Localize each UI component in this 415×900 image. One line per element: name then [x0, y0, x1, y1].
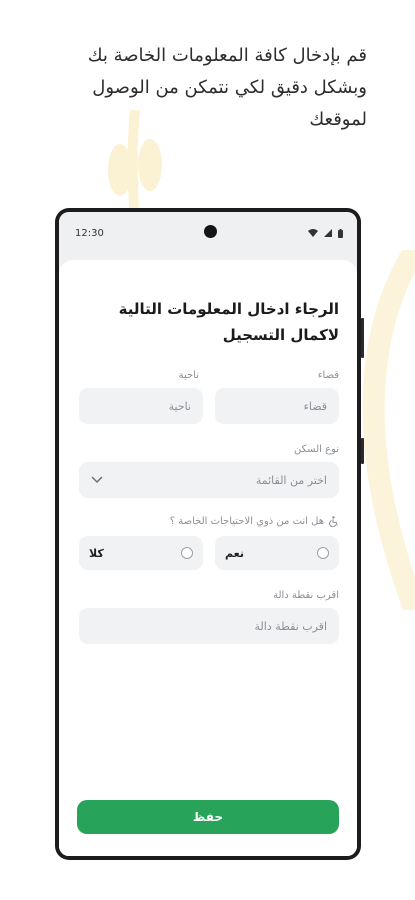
- landmark-input[interactable]: اقرب نقطة دالة: [79, 608, 339, 644]
- district-input[interactable]: قضاء: [215, 388, 339, 424]
- accessibility-icon: [329, 516, 338, 527]
- phone-frame: 12:30 الرجاء ادخال المعلومات التالية لاك…: [55, 208, 364, 860]
- arc-decoration: [362, 250, 415, 610]
- radio-yes-label: نعم: [225, 546, 244, 560]
- chevron-down-icon: [91, 476, 103, 484]
- radio-no[interactable]: كلا: [79, 536, 203, 570]
- form-title-line-2: لاكمال التسجيل: [222, 326, 339, 344]
- subdistrict-label: ناحية: [178, 370, 199, 381]
- signal-icon: [324, 229, 332, 237]
- promo-line-3: لموقعك: [309, 109, 367, 130]
- status-icons: [308, 228, 343, 238]
- save-button[interactable]: حفظ: [77, 800, 339, 834]
- battery-icon: [338, 228, 343, 238]
- promo-line-1: قم بإدخال كافة المعلومات الخاصة بك: [87, 45, 367, 66]
- district-label: قضاء: [317, 370, 339, 381]
- volume-button: [361, 318, 364, 358]
- radio-empty-icon: [317, 547, 329, 559]
- housing-type-value: اختر من القائمة: [255, 473, 327, 487]
- housing-type-label: نوع السكن: [294, 444, 339, 455]
- phone-screen: 12:30 الرجاء ادخال المعلومات التالية لاك…: [59, 212, 357, 856]
- radio-empty-icon: [181, 547, 193, 559]
- special-needs-question: هل انت من ذوي الاحتياجات الخاصة ؟: [170, 516, 339, 527]
- wifi-icon: [308, 229, 318, 237]
- front-camera: [204, 225, 217, 238]
- power-button: [361, 438, 364, 464]
- form-title-line-1: الرجاء ادخال المعلومات التالية: [118, 300, 339, 318]
- housing-type-select[interactable]: اختر من القائمة: [79, 462, 339, 498]
- form-title: الرجاء ادخال المعلومات التالية لاكمال ال…: [79, 296, 339, 348]
- landmark-label: اقرب نقطة دالة: [273, 590, 339, 601]
- radio-no-label: كلا: [89, 546, 104, 560]
- special-needs-label: هل انت من ذوي الاحتياجات الخاصة ؟: [169, 516, 324, 527]
- promo-line-2: وبشكل دقيق لكي نتمكن من الوصول: [92, 77, 367, 98]
- radio-yes[interactable]: نعم: [215, 536, 339, 570]
- subdistrict-input[interactable]: ناحية: [79, 388, 203, 424]
- promo-text: قم بإدخال كافة المعلومات الخاصة بك وبشكل…: [30, 40, 367, 136]
- registration-form: الرجاء ادخال المعلومات التالية لاكمال ال…: [59, 260, 357, 856]
- status-time: 12:30: [75, 227, 104, 239]
